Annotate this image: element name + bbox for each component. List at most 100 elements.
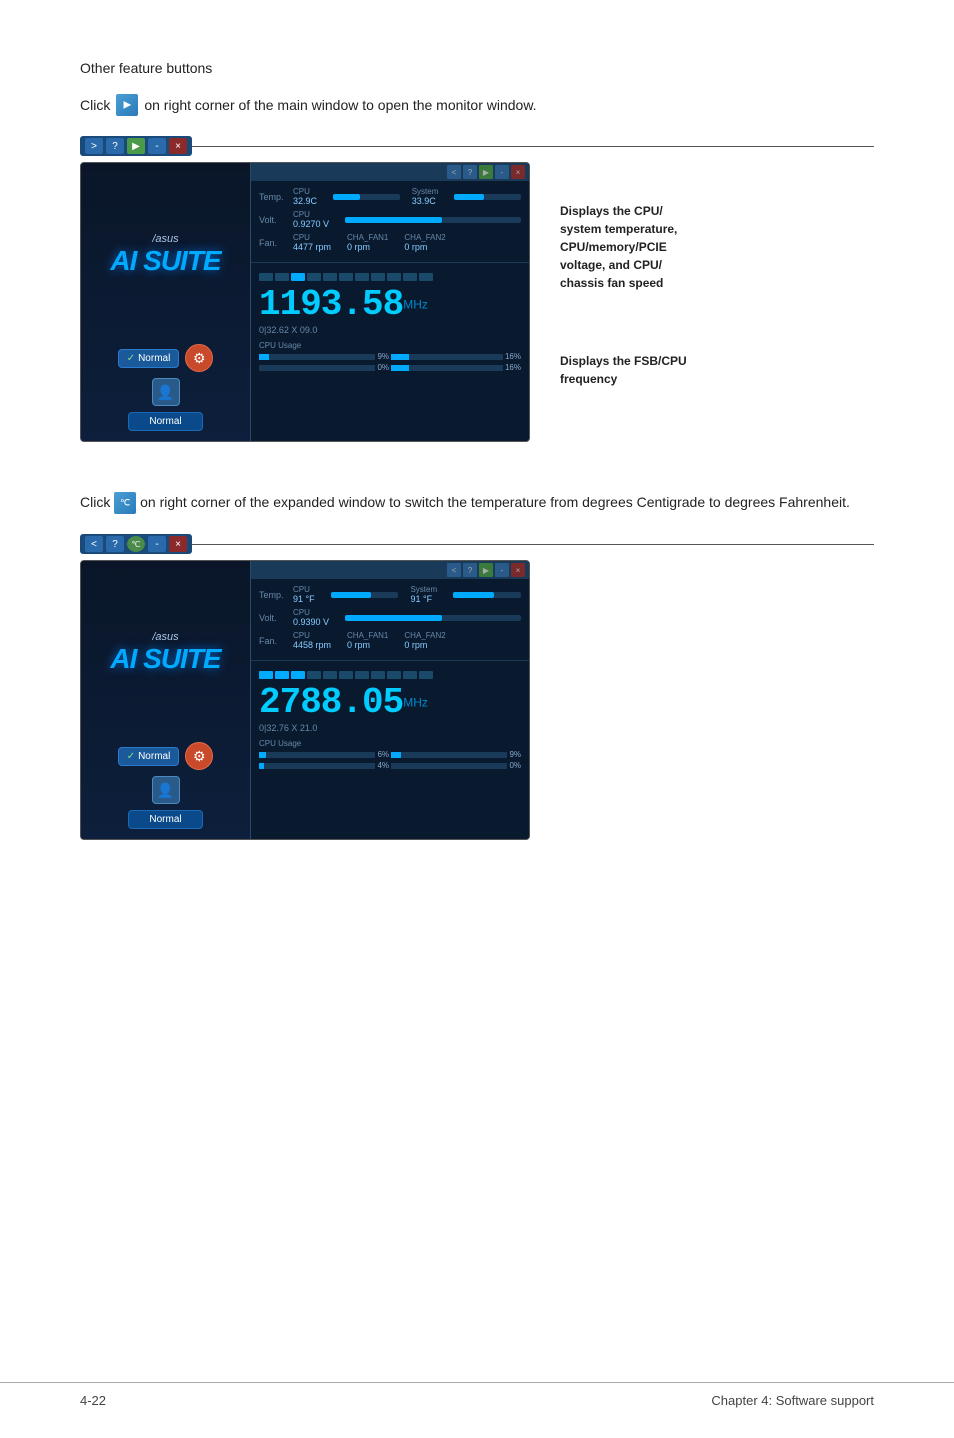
- inner-topbar-1: < ? ▶ - ×: [251, 163, 529, 181]
- normal-btn-1[interactable]: ✓ Normal: [118, 349, 180, 368]
- inner2-btn-lt[interactable]: <: [447, 563, 461, 577]
- volt-row-1: Volt. CPU 0.9270 V: [259, 210, 521, 229]
- click2-instruction: Click on right corner of the expanded wi…: [80, 492, 874, 514]
- inner-btn-x[interactable]: ×: [511, 165, 525, 179]
- window2-area: < ? ℃ - × /asus AI SUITE ✓: [80, 534, 874, 840]
- asus-suite-2: AI SUITE: [110, 645, 220, 673]
- person-btn-1[interactable]: 👤: [152, 378, 180, 406]
- toolbar2-btn-q[interactable]: ?: [106, 536, 124, 552]
- label2: Displays the FSB/CPUfrequency: [560, 352, 687, 388]
- toolbar-btn-q[interactable]: ?: [106, 138, 124, 154]
- freq-sub-1: 0|32.62 X 09.0: [259, 325, 521, 335]
- cha-fan1-2: CHA_FAN1 0 rpm: [347, 631, 388, 650]
- cpu-usage-2: CPU Usage 6% 9%: [259, 739, 521, 770]
- freq-sub-2: 0|32.76 X 21.0: [259, 723, 521, 733]
- temp-row-2: Temp. CPU 91 °F System 91 °F: [259, 585, 521, 604]
- cpu-bar-row-0: 9%: [259, 352, 389, 361]
- volt-bar-2: [345, 615, 521, 621]
- footer-right: Chapter 4: Software support: [711, 1393, 874, 1408]
- cpu-bar2-row-1: 9%: [391, 750, 521, 759]
- click2-wrapper: Click on right corner of the expanded wi…: [80, 492, 874, 514]
- ctrl-row-2: 👤: [152, 378, 180, 406]
- volt-row-2: Volt. CPU 0.9390 V: [259, 608, 521, 627]
- toolbar2-btn-arrow[interactable]: <: [85, 536, 103, 552]
- fan-row-1: Fan. CPU 4477 rpm CHA_FAN1 0 rpm CHA_FAN…: [259, 233, 521, 252]
- cpu-bars-1: 9% 16% 0%: [259, 352, 521, 372]
- inner2-btn-play[interactable]: ▶: [479, 563, 493, 577]
- ctrl2-row-1: ✓ Normal ⚙: [118, 742, 214, 770]
- temp-switch-btn[interactable]: [114, 492, 136, 514]
- cha-fan2-1: CHA_FAN2 0 rpm: [404, 233, 445, 252]
- ctrl-row-1: ✓ Normal ⚙: [118, 344, 214, 372]
- page-content: Other feature buttons Click on right cor…: [0, 0, 954, 940]
- cpu-volt-1: CPU 0.9270 V: [293, 210, 329, 229]
- cpu-volt-2: CPU 0.9390 V: [293, 608, 329, 627]
- section-title: Other feature buttons: [80, 60, 874, 76]
- freq-display-1: 1193.58MHz: [259, 287, 521, 323]
- inner2-btn-x[interactable]: ×: [511, 563, 525, 577]
- toolbar-btn-min[interactable]: -: [148, 138, 166, 154]
- sys-temp-bar-2: [453, 592, 521, 598]
- click1-instruction: Click on right corner of the main window…: [80, 94, 874, 116]
- cpu-temp-2: CPU 91 °F: [293, 585, 315, 604]
- sys-temp-1: System 33.9C: [412, 187, 439, 206]
- freq-dots-2: [259, 671, 521, 679]
- toolbar-btn-arrow[interactable]: >: [85, 138, 103, 154]
- gear-btn-2[interactable]: ⚙: [185, 742, 213, 770]
- inner2-btn-q[interactable]: ?: [463, 563, 477, 577]
- freq-section-1: 1193.58MHz 0|32.62 X 09.0 CPU Usage 9%: [251, 263, 529, 382]
- inner-btn-q[interactable]: ?: [463, 165, 477, 179]
- asus-window-2: /asus AI SUITE ✓ Normal ⚙ 👤 Normal: [80, 560, 530, 840]
- toolbar-btn-close[interactable]: ×: [169, 138, 187, 154]
- toolbar2-btn-min[interactable]: -: [148, 536, 166, 552]
- stats-section-1: Temp. CPU 32.9C System 33.9C: [251, 181, 529, 263]
- toolbar2-btn-close[interactable]: ×: [169, 536, 187, 552]
- person-btn-2[interactable]: 👤: [152, 776, 180, 804]
- toolbar-btn-play[interactable]: ▶: [127, 138, 145, 154]
- freq-display-2: 2788.05MHz: [259, 685, 521, 721]
- right-panel-2: < ? ▶ - × Temp. CPU 91 °F: [251, 561, 529, 839]
- fan-row-2: Fan. CPU 4458 rpm CHA_FAN1 0 rpm CHA_FAN…: [259, 631, 521, 650]
- mode-label-2: Normal: [128, 810, 202, 829]
- monitor-icon-btn[interactable]: [116, 94, 138, 116]
- cpu-temp-bar-2: [331, 592, 399, 598]
- freq-section-2: 2788.05MHz 0|32.76 X 21.0 CPU Usage 6%: [251, 661, 529, 780]
- cpu-usage-1: CPU Usage 9% 16%: [259, 341, 521, 372]
- click2-suffix: on right corner of the expanded window t…: [140, 494, 850, 510]
- stats-section-2: Temp. CPU 91 °F System 91 °F: [251, 579, 529, 661]
- sys-temp-2: System 91 °F: [410, 585, 437, 604]
- temp-row-1: Temp. CPU 32.9C System 33.9C: [259, 187, 521, 206]
- normal-btn-2[interactable]: ✓ Normal: [118, 747, 180, 766]
- mode-label-1: Normal: [128, 412, 202, 431]
- side-labels-1: Displays the CPU/system temperature,CPU/…: [560, 162, 687, 388]
- cha-fan2-2: CHA_FAN2 0 rpm: [404, 631, 445, 650]
- page-footer: 4-22 Chapter 4: Software support: [0, 1382, 954, 1408]
- inner2-btn-min[interactable]: -: [495, 563, 509, 577]
- cha-fan1-1: CHA_FAN1 0 rpm: [347, 233, 388, 252]
- cpu-bar-row-1: 16%: [391, 352, 521, 361]
- asus-logo-2: /asus: [152, 631, 178, 643]
- asus-logo-1: /asus: [152, 233, 178, 245]
- click1-text: Click: [80, 97, 110, 113]
- asus-window-1: /asus AI SUITE ✓ Normal ⚙ 👤: [80, 162, 530, 442]
- freq-dots-1: [259, 273, 521, 281]
- gear-btn-1[interactable]: ⚙: [185, 344, 213, 372]
- left-panel-1: /asus AI SUITE ✓ Normal ⚙ 👤: [81, 163, 251, 441]
- label1: Displays the CPU/system temperature,CPU/…: [560, 202, 687, 292]
- cpu-fan-2: CPU 4458 rpm: [293, 631, 331, 650]
- inner-btn-min[interactable]: -: [495, 165, 509, 179]
- cpu-bar2-row-2: 4%: [259, 761, 389, 770]
- toolbar2-btn-temp[interactable]: ℃: [127, 536, 145, 552]
- asus-controls-1: ✓ Normal ⚙ 👤 Normal: [91, 344, 240, 431]
- cpu-bars-2: 6% 9% 4% 0%: [259, 750, 521, 770]
- asus-suite-1: AI SUITE: [110, 247, 220, 275]
- ctrl2-row-2: 👤: [152, 776, 180, 804]
- left-panel-2: /asus AI SUITE ✓ Normal ⚙ 👤 Normal: [81, 561, 251, 839]
- inner-btn-lt[interactable]: <: [447, 165, 461, 179]
- click1-suffix: on right corner of the main window to op…: [144, 97, 536, 113]
- sys-temp-bar-1: [454, 194, 521, 200]
- inner-btn-play[interactable]: ▶: [479, 165, 493, 179]
- cpu-temp-1: CPU 32.9C: [293, 187, 317, 206]
- right-panel-1: < ? ▶ - × Temp. CPU 32.9C: [251, 163, 529, 441]
- click2-text: Click: [80, 494, 114, 510]
